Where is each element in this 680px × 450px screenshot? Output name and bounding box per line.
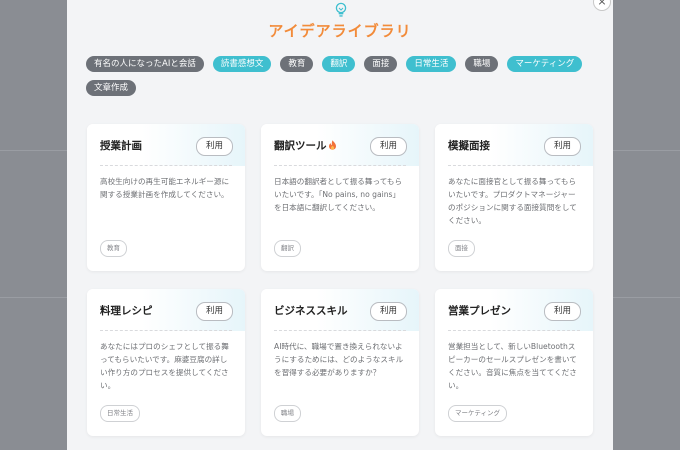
use-button[interactable]: 利用 <box>196 302 233 321</box>
card-description: 日本語の翻訳者として振る舞ってもらいたいです。「No pains, no gai… <box>274 177 403 212</box>
idea-library-modal: アイデアライブラリ 有名の人になったAIと会話 読書感想文 教育 翻訳 面接 日… <box>67 0 613 450</box>
modal-title: アイデアライブラリ <box>268 22 412 40</box>
card-description: 営業担当として、新しいBluetoothスピーカーのセールスプレゼンを書いてくだ… <box>448 342 577 390</box>
card-title: 授業計画 <box>100 140 142 152</box>
category-tag[interactable]: 読書感想文 <box>212 56 272 72</box>
card-title: 料理レシピ <box>100 305 153 317</box>
use-button[interactable]: 利用 <box>196 137 233 156</box>
card-divider <box>274 165 406 166</box>
use-button[interactable]: 利用 <box>544 137 581 156</box>
idea-card[interactable]: ビジネススキル 利用 AI時代に、職場で置き換えられないようにするためには、どの… <box>261 289 419 436</box>
use-button[interactable]: 利用 <box>370 302 407 321</box>
card-divider <box>448 330 580 331</box>
category-tag-list: 有名の人になったAIと会話 読書感想文 教育 翻訳 面接 日常生活 職場 マーケ… <box>86 56 596 96</box>
category-tag[interactable]: 翻訳 <box>322 56 356 72</box>
card-divider <box>100 165 232 166</box>
card-title: 営業プレゼン <box>448 305 511 317</box>
card-category-tag: 面接 <box>448 240 475 257</box>
use-button[interactable]: 利用 <box>370 137 407 156</box>
card-title-wrap: 翻訳ツール <box>274 138 337 153</box>
category-tag[interactable]: 面接 <box>364 56 398 72</box>
lightbulb-icon <box>335 2 347 17</box>
use-button[interactable]: 利用 <box>544 302 581 321</box>
card-description: あなたに面接官として振る舞ってもらいたいです。プロダクトマネージャーのポジション… <box>448 177 577 225</box>
idea-card[interactable]: 営業プレゼン 利用 営業担当として、新しいBluetoothスピーカーのセールス… <box>435 289 593 436</box>
card-category-tag: マーケティング <box>448 405 507 422</box>
card-description: 高校生向けの再生可能エネルギー源に関する授業計画を作成してください。 <box>100 177 230 199</box>
card-category-tag: 教育 <box>100 240 127 257</box>
card-description: AI時代に、職場で置き換えられないようにするためには、どのようなスキルを習得する… <box>274 342 404 377</box>
category-tag[interactable]: 教育 <box>280 56 314 72</box>
idea-card[interactable]: 料理レシピ 利用 あなたにはプロのシェフとして振る舞ってもらいたいです。麻婆豆腐… <box>87 289 245 436</box>
idea-card[interactable]: 授業計画 利用 高校生向けの再生可能エネルギー源に関する授業計画を作成してくださ… <box>87 124 245 271</box>
idea-card[interactable]: 模擬面接 利用 あなたに面接官として振る舞ってもらいたいです。プロダクトマネージ… <box>435 124 593 271</box>
card-category-tag: 日常生活 <box>100 405 140 422</box>
card-divider <box>448 165 580 166</box>
card-title: ビジネススキル <box>274 305 348 317</box>
card-category-tag: 職場 <box>274 405 301 422</box>
category-tag[interactable]: 文章作成 <box>86 80 137 96</box>
category-tag[interactable]: 日常生活 <box>406 56 457 72</box>
card-divider <box>274 330 406 331</box>
category-tag[interactable]: 有名の人になったAIと会話 <box>86 56 204 72</box>
card-description: あなたにはプロのシェフとして振る舞ってもらいたいです。麻婆豆腐の詳しい作り方のプ… <box>100 342 229 390</box>
card-category-tag: 翻訳 <box>274 240 301 257</box>
card-title: 翻訳ツール <box>274 140 327 152</box>
category-tag[interactable]: マーケティング <box>507 56 583 72</box>
close-icon: × <box>597 0 607 8</box>
card-title: 模擬面接 <box>448 140 490 152</box>
fire-icon <box>328 140 336 150</box>
category-tag[interactable]: 職場 <box>465 56 499 72</box>
card-divider <box>100 330 232 331</box>
idea-card[interactable]: 翻訳ツール 利用 日本語の翻訳者として振る舞ってもらいたいです。「No pain… <box>261 124 419 271</box>
